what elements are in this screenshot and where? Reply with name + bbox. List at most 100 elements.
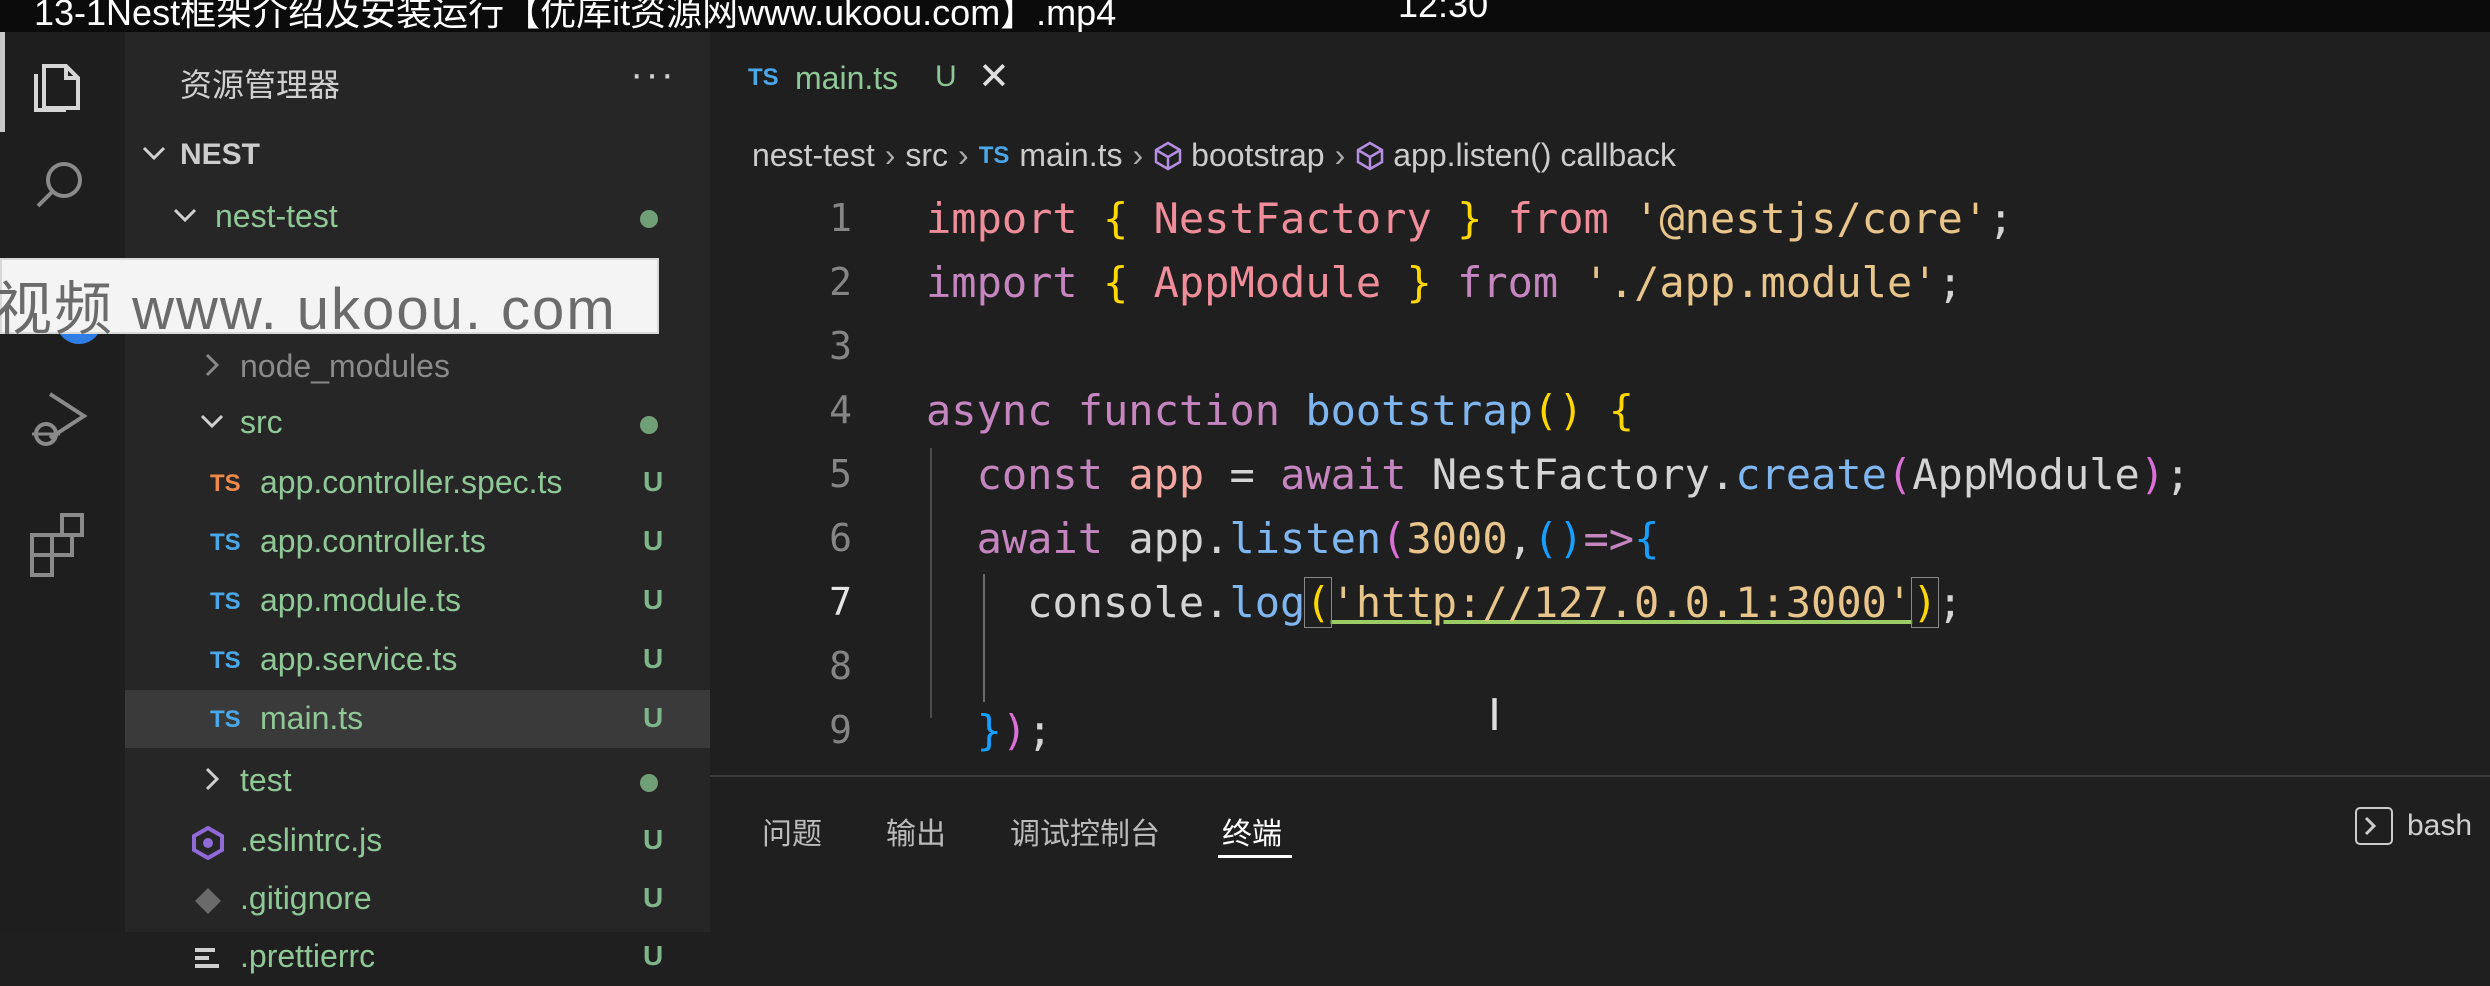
tree-item-eslintrc[interactable]: .eslintrc.js U <box>125 812 710 870</box>
tree-item-label: nest-test <box>215 198 338 234</box>
sidebar-header: 资源管理器 ··· <box>125 32 710 122</box>
code-line: 8 <box>710 638 2490 702</box>
tab-main-ts[interactable]: TS main.ts U ✕ <box>710 32 1040 128</box>
untracked-status: U <box>643 940 664 971</box>
line-number: 5 <box>829 452 852 496</box>
code-line: 4 async function bootstrap() { <box>710 382 2490 446</box>
tree-item-app-controller-spec[interactable]: TS app.controller.spec.ts U <box>125 454 710 512</box>
breadcrumb-item[interactable]: main.ts <box>1019 137 1122 173</box>
tree-item-label: node_modules <box>240 348 450 384</box>
breadcrumb-item[interactable]: app.listen() callback <box>1393 137 1676 173</box>
modified-dot <box>640 774 658 792</box>
untracked-status: U <box>643 702 664 733</box>
chevron-down-icon <box>200 414 224 429</box>
breadcrumb-item[interactable]: bootstrap <box>1191 137 1324 173</box>
video-title: 13-1Nest框架介绍及安装运行【优库it资源网www.ukoou.com】.… <box>34 0 1117 32</box>
typescript-file-icon: TS <box>748 64 779 91</box>
terminal-icon[interactable] <box>2355 807 2393 845</box>
code-text: console.log('http://127.0.0.1:3000'); <box>1027 577 1963 628</box>
typescript-file-icon: TS <box>210 529 241 556</box>
tree-item-main[interactable]: TS main.ts U <box>125 690 710 748</box>
typescript-file-icon: TS <box>210 470 241 497</box>
search-icon <box>36 162 82 208</box>
code-text: import { AppModule } from './app.module'… <box>926 258 1963 307</box>
tree-item-label: app.module.ts <box>260 582 462 618</box>
line-number: 6 <box>829 516 852 560</box>
line-number: 7 <box>829 580 852 624</box>
search-button[interactable] <box>0 132 125 232</box>
tree-item-label: src <box>240 404 283 440</box>
video-time: 12:30 <box>1398 0 1489 25</box>
video-title-bar: 13-1Nest框架介绍及安装运行【优库it资源网www.ukoou.com】.… <box>0 0 2490 32</box>
code-line: 1 import { NestFactory } from '@nestjs/c… <box>710 190 2490 254</box>
code-text: const app = await NestFactory.create(App… <box>976 450 2191 499</box>
tree-root-nest[interactable]: NEST <box>125 126 710 184</box>
untracked-status: U <box>643 466 664 497</box>
modified-dot <box>640 210 658 228</box>
tab-terminal[interactable]: 终端 <box>1222 809 1282 853</box>
tree-item-label: .prettierrc <box>240 938 376 974</box>
tree-item-label: app.controller.spec.ts <box>260 464 563 500</box>
code-text: async function bootstrap() { <box>926 386 1635 435</box>
tree-item-label: .eslintrc.js <box>240 822 383 858</box>
line-number: 1 <box>829 196 852 240</box>
code-editor[interactable]: 1 import { NestFactory } from '@nestjs/c… <box>710 190 2490 775</box>
tree-item-app-service[interactable]: TS app.service.ts U <box>125 631 710 689</box>
git-icon <box>195 888 221 914</box>
code-line: 6 await app.listen(3000,()=>{ <box>710 510 2490 574</box>
explorer-button[interactable] <box>0 32 125 132</box>
breadcrumb-item[interactable]: nest-test <box>752 137 875 173</box>
run-debug-icon <box>32 392 88 446</box>
untracked-status: U <box>643 643 664 674</box>
chevron-down-icon <box>173 208 197 223</box>
modified-dot <box>640 416 658 434</box>
code-text: import { NestFactory } from '@nestjs/cor… <box>926 194 2014 243</box>
close-icon[interactable]: ✕ <box>978 54 1010 99</box>
typescript-file-icon: TS <box>210 647 241 674</box>
tree-item-test[interactable]: test <box>125 752 710 810</box>
tree-item-node-modules[interactable]: node_modules <box>125 338 710 396</box>
untracked-status: U <box>643 882 664 913</box>
watermark-banner: 视频 www. ukoou. com <box>0 258 659 342</box>
tab-problems[interactable]: 问题 <box>762 809 822 853</box>
typescript-file-icon: TS <box>978 141 1010 169</box>
tree-item-gitignore[interactable]: .gitignore U <box>125 870 710 928</box>
explorer-sidebar: 资源管理器 ··· NEST nest-test node_modules sr… <box>125 32 710 974</box>
tree-item-app-module[interactable]: TS app.module.ts U <box>125 572 710 630</box>
line-number: 2 <box>829 260 852 304</box>
code-line: 2 import { AppModule } from './app.modul… <box>710 254 2490 318</box>
chevron-right-icon: › <box>1334 137 1346 174</box>
tab-debug-console[interactable]: 调试控制台 <box>1010 809 1160 853</box>
code-text: await app.listen(3000,()=>{ <box>976 514 1660 563</box>
tree-item-nest-test[interactable]: nest-test <box>125 188 710 246</box>
code-line: 5 const app = await NestFactory.create(A… <box>710 446 2490 510</box>
line-number: 3 <box>829 324 852 368</box>
text-cursor-icon: I <box>1488 690 1501 741</box>
code-line-active: 7 console.log('http://127.0.0.1:3000'); <box>710 574 2490 638</box>
prettier-icon <box>195 948 219 968</box>
untracked-status: U <box>643 525 664 556</box>
tree-item-src[interactable]: src <box>125 394 710 452</box>
tree-item-label: app.service.ts <box>260 641 458 677</box>
breadcrumb-item[interactable]: src <box>905 137 948 173</box>
active-tab-indicator <box>1218 855 1292 858</box>
line-number: 9 <box>829 708 852 752</box>
chevron-right-icon <box>205 353 220 377</box>
extensions-button[interactable] <box>0 487 125 587</box>
more-actions-button[interactable]: ··· <box>630 52 676 97</box>
extensions-icon <box>30 513 84 577</box>
tree-item-label: main.ts <box>260 700 364 736</box>
watermark-text: 视频 www. ukoou. com <box>0 277 617 342</box>
terminal-shell-label[interactable]: bash <box>2407 809 2472 843</box>
eslint-icon <box>192 826 224 860</box>
chevron-right-icon: › <box>958 137 969 174</box>
untracked-status: U <box>643 824 664 855</box>
tree-item-app-controller[interactable]: TS app.controller.ts U <box>125 513 710 571</box>
tab-output[interactable]: 输出 <box>886 809 946 853</box>
tab-label: main.ts <box>795 60 899 96</box>
run-debug-button[interactable] <box>0 362 125 462</box>
activity-bar: 16 <box>0 32 125 932</box>
tree-item-prettierrc[interactable]: .prettierrc U <box>125 928 710 986</box>
bottom-panel: 问题 输出 调试控制台 终端 bash <box>710 775 2490 934</box>
line-number: 4 <box>829 388 852 432</box>
